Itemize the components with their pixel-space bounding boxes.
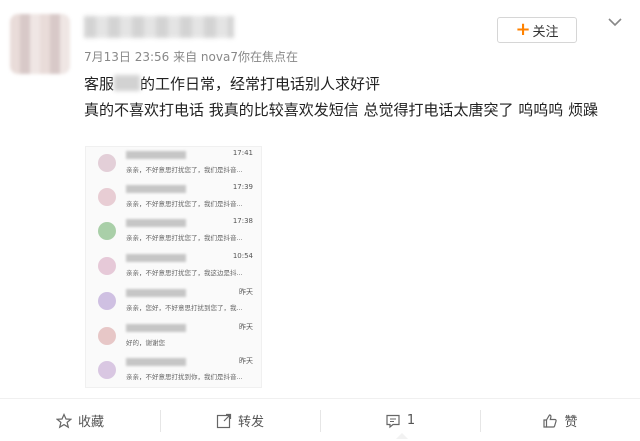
favorite-button[interactable]: 收藏 bbox=[0, 400, 160, 441]
favorite-label: 收藏 bbox=[77, 415, 104, 430]
thumbs-up-icon bbox=[543, 413, 558, 428]
contact-name-blurred bbox=[126, 358, 186, 366]
message-preview: 亲亲，不好意思打扰您了，我这边是抖... bbox=[126, 269, 243, 277]
contact-name-blurred bbox=[126, 324, 186, 332]
message-time: 17:39 bbox=[232, 183, 253, 191]
message-row: 昨天好的，谢谢您 bbox=[86, 320, 263, 354]
message-preview: 好的，谢谢您 bbox=[126, 339, 165, 347]
comment-count: 1 bbox=[406, 413, 416, 428]
follow-button[interactable]: + 关注 bbox=[497, 17, 577, 43]
contact-avatar bbox=[98, 292, 116, 310]
contact-name-blurred bbox=[126, 219, 186, 227]
plus-icon: + bbox=[515, 19, 531, 40]
message-row: 10:54 亲亲，不好意思打扰您了，我这边是抖... bbox=[86, 250, 263, 284]
comment-icon bbox=[386, 414, 400, 428]
action-separator bbox=[320, 410, 321, 432]
post-text-line-1: 客服 的工作日常，经常打电话别人求好评 bbox=[84, 73, 380, 94]
contact-name-blurred bbox=[126, 151, 186, 159]
follow-label: 关注 bbox=[532, 24, 559, 40]
message-time: 10:54 bbox=[232, 252, 253, 260]
contact-avatar bbox=[98, 222, 116, 240]
contact-avatar bbox=[98, 257, 116, 275]
contact-name-blurred bbox=[126, 289, 186, 297]
message-preview: 亲亲，不好意思打扰您了，我们是抖音... bbox=[126, 200, 243, 208]
contact-name-blurred bbox=[126, 185, 186, 193]
star-icon bbox=[55, 412, 72, 428]
message-row: 昨天亲亲，不好意思打扰到你，我们是抖音... bbox=[86, 354, 263, 388]
chevron-down-icon[interactable] bbox=[606, 15, 624, 29]
message-row: 17:38 亲亲，不好意思打扰您了，我们是抖音... bbox=[86, 215, 263, 249]
message-time: 昨天 bbox=[239, 357, 253, 365]
action-divider bbox=[0, 398, 640, 399]
share-icon bbox=[216, 413, 232, 428]
like-label: 赞 bbox=[564, 415, 578, 430]
message-time: 17:38 bbox=[232, 217, 253, 225]
message-row: 17:41 亲亲，不好意思打扰您了，我们是抖音... bbox=[86, 147, 263, 181]
like-button[interactable]: 赞 bbox=[480, 400, 640, 441]
post-text-line-2: 真的不喜欢打电话 我真的比较喜欢发短信 总觉得打电话太唐突了 呜呜呜 烦躁 bbox=[84, 101, 599, 119]
repost-button[interactable]: 转发 bbox=[160, 400, 320, 441]
message-time: 昨天 bbox=[239, 288, 253, 296]
repost-label: 转发 bbox=[237, 415, 264, 430]
message-preview: 亲亲，不好意思打扰到你，我们是抖音... bbox=[126, 373, 243, 381]
message-preview: 亲亲，不好意思打扰您了，我们是抖音... bbox=[126, 166, 243, 174]
message-preview: 亲亲，不好意思打扰您了，我们是抖音... bbox=[126, 234, 243, 242]
contact-name-blurred bbox=[126, 254, 186, 262]
message-row: 昨天亲亲，您好，不好意思打扰到您了，我... bbox=[86, 285, 263, 319]
post-text-part-b: 的工作日常，经常打电话别人求好评 bbox=[140, 75, 381, 93]
comment-caret bbox=[396, 433, 408, 439]
redacted-text bbox=[114, 75, 141, 91]
message-preview: 亲亲，您好，不好意思打扰到您了，我... bbox=[126, 304, 243, 312]
post-text-part-a: 客服 bbox=[84, 75, 115, 93]
contact-avatar bbox=[98, 327, 116, 345]
message-time: 17:41 bbox=[232, 149, 253, 157]
post-meta: 7月13日 23:56 来自 nova7你在焦点在 bbox=[84, 50, 298, 64]
contact-avatar bbox=[98, 188, 116, 206]
message-row: 17:39 亲亲，不好意思打扰您了，我们是抖音... bbox=[86, 181, 263, 215]
user-avatar[interactable] bbox=[10, 14, 70, 74]
message-time: 昨天 bbox=[239, 323, 253, 331]
post-image[interactable]: 17:41 亲亲，不好意思打扰您了，我们是抖音... 17:39 亲亲，不好意思打扰您… bbox=[85, 146, 262, 388]
contact-avatar bbox=[98, 361, 116, 379]
action-separator bbox=[480, 410, 481, 432]
username-blurred[interactable] bbox=[84, 16, 234, 38]
contact-avatar bbox=[98, 154, 116, 172]
action-bar: 收藏 转发 1 赞 bbox=[0, 400, 640, 441]
action-separator bbox=[160, 410, 161, 432]
